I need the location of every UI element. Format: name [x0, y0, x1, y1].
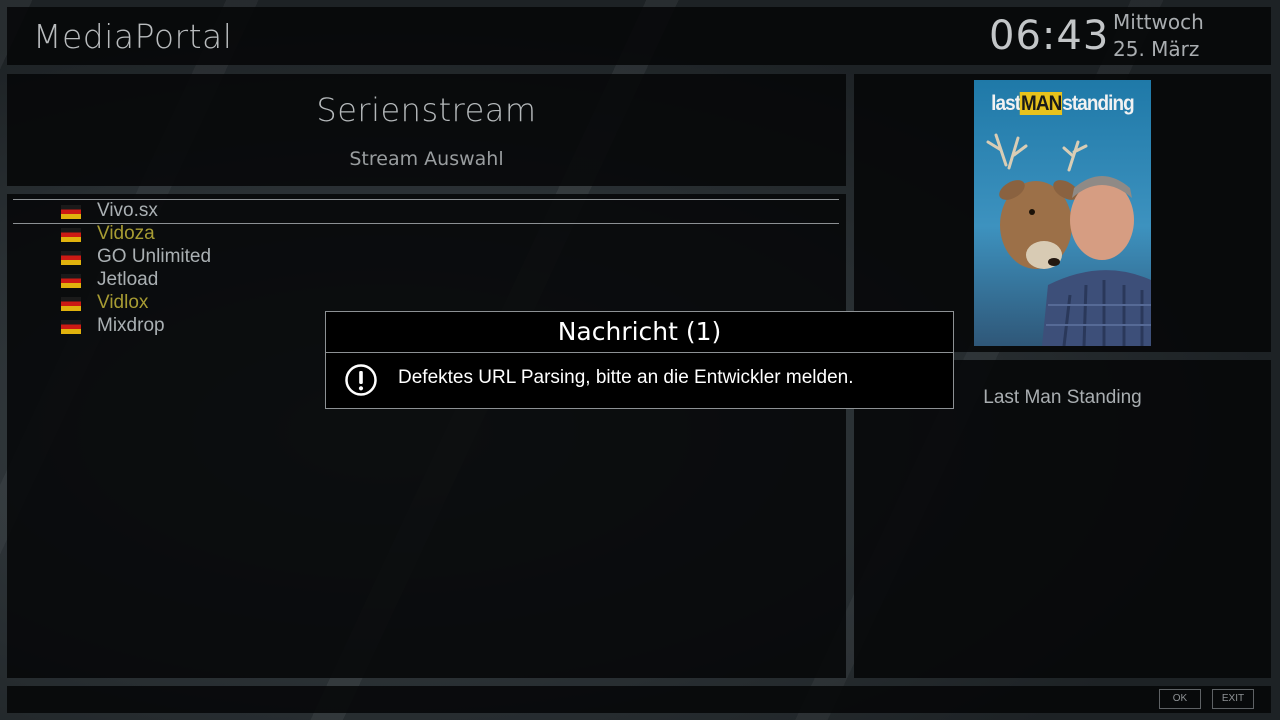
de-flag-icon — [61, 251, 81, 265]
dialog-message: Defektes URL Parsing, bitte an die Entwi… — [398, 367, 854, 388]
service-title: Serienstream — [316, 91, 537, 129]
stream-item-vidoza[interactable]: Vidoza — [7, 223, 846, 246]
stream-item-go-unlimited[interactable]: GO Unlimited — [7, 246, 846, 269]
dialog-title: Nachricht (1) — [326, 312, 953, 353]
top-bar: MediaPortal 06:43 Mittwoch 25. März — [7, 7, 1271, 65]
stream-item-label: Vidoza — [97, 223, 155, 244]
clock: 06:43 — [989, 13, 1110, 59]
cover-artwork — [986, 133, 1151, 346]
ok-key[interactable]: OK — [1159, 689, 1201, 709]
stream-item-label: Jetload — [97, 269, 159, 290]
exclamation-icon — [345, 364, 377, 396]
stream-item-label: Mixdrop — [97, 315, 165, 336]
bottom-bar: OK EXIT — [7, 686, 1271, 713]
stream-item-label: Vivo.sx — [97, 200, 158, 221]
de-flag-icon — [61, 320, 81, 334]
date: 25. März — [1113, 37, 1200, 61]
stream-item-label: GO Unlimited — [97, 246, 212, 267]
service-header: Serienstream Stream Auswahl — [7, 74, 846, 186]
de-flag-icon — [61, 228, 81, 242]
de-flag-icon — [61, 205, 81, 219]
app-title: MediaPortal — [33, 17, 233, 56]
de-flag-icon — [61, 274, 81, 288]
stream-item-jetload[interactable]: Jetload — [7, 269, 846, 292]
cover-image: lastMANstanding — [974, 80, 1151, 346]
exit-key[interactable]: EXIT — [1212, 689, 1254, 709]
stream-item-vivo[interactable]: Vivo.sx — [7, 199, 846, 224]
weekday: Mittwoch — [1113, 10, 1204, 34]
stream-item-label: Vidlox — [97, 292, 149, 313]
service-subtitle: Stream Auswahl — [349, 148, 504, 170]
stream-list: Vivo.sx Vidoza GO Unlimited Jetload Vidl… — [7, 194, 846, 678]
message-dialog[interactable]: Nachricht (1) Defektes URL Parsing, bitt… — [325, 311, 954, 409]
de-flag-icon — [61, 297, 81, 311]
